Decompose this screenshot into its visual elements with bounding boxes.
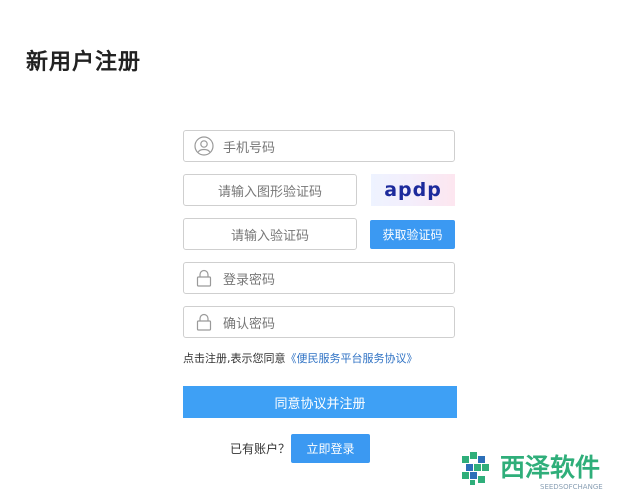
phone-input[interactable]: 手机号码 (183, 130, 455, 162)
get-code-button[interactable]: 获取验证码 (370, 220, 455, 249)
register-page: 新用户注册 手机号码 请输入图形验证码 apdp 请输入验证码 获取验证码 登录… (0, 0, 640, 495)
image-captcha-placeholder: 请输入图形验证码 (217, 184, 322, 200)
register-button[interactable]: 同意协议并注册 (183, 386, 457, 418)
watermark-logo: 西泽软件 SEEDSOFCHANGE (460, 448, 630, 492)
lock-icon (193, 267, 215, 289)
lock-icon (193, 311, 215, 333)
page-title: 新用户注册 (26, 50, 142, 75)
sms-code-input[interactable]: 请输入验证码 (183, 218, 357, 250)
captcha-image[interactable]: apdp (371, 174, 455, 206)
agreement-prefix: 点击注册,表示您同意 (183, 352, 286, 365)
confirm-password-input[interactable]: 确认密码 (183, 306, 455, 338)
phone-placeholder: 手机号码 (223, 140, 276, 156)
brand-mark-icon (462, 452, 489, 485)
watermark-brand-en: SEEDSOFCHANGE (540, 483, 603, 491)
password-input[interactable]: 登录密码 (183, 262, 455, 294)
watermark-brand-cn: 西泽软件 (500, 453, 600, 482)
agreement-link[interactable]: 《便民服务平台服务协议》 (286, 352, 418, 365)
password-placeholder: 登录密码 (223, 272, 276, 288)
user-circle-icon (193, 135, 215, 157)
image-captcha-input[interactable]: 请输入图形验证码 (183, 174, 357, 206)
confirm-password-placeholder: 确认密码 (223, 316, 276, 332)
sms-code-placeholder: 请输入验证码 (230, 228, 309, 244)
has-account-text: 已有账户？ (230, 442, 291, 456)
login-button[interactable]: 立即登录 (291, 434, 370, 463)
agreement-text: 点击注册,表示您同意《便民服务平台服务协议》 (183, 350, 418, 366)
